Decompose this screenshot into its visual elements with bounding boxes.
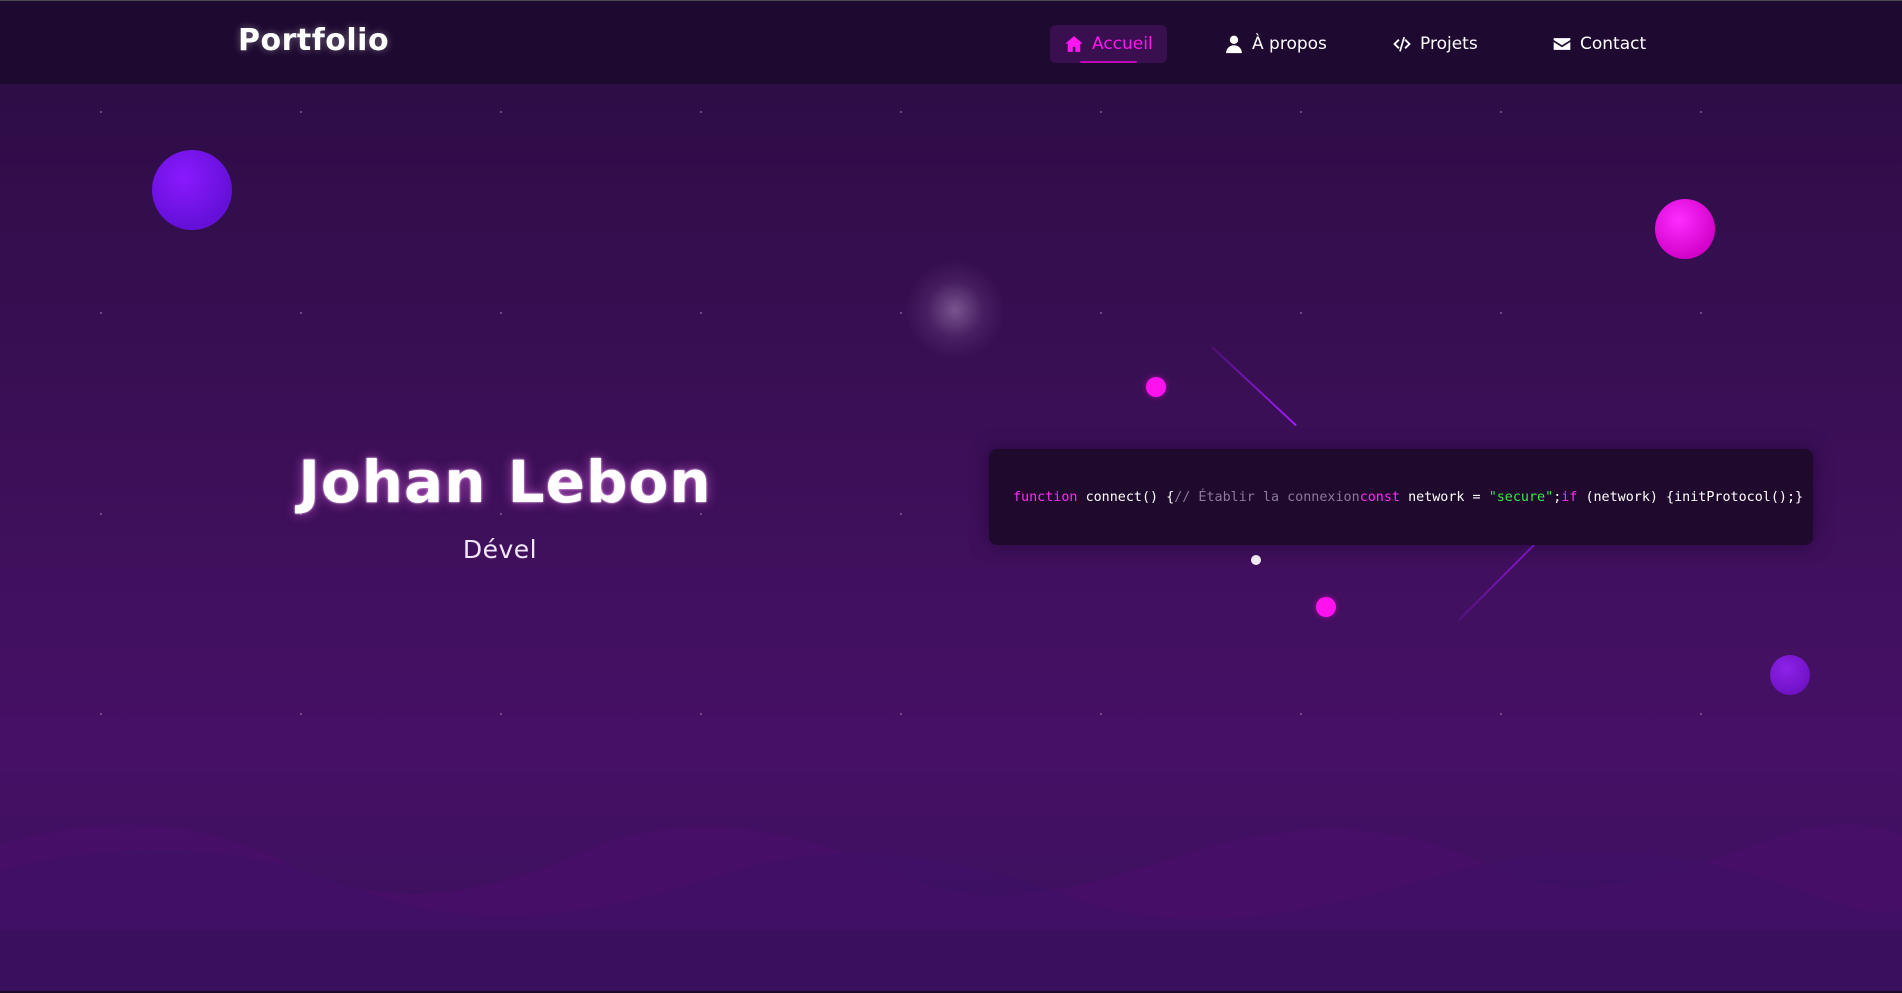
code-token: network = — [1408, 489, 1489, 505]
grid-dot — [1300, 312, 1302, 314]
grid-dot — [700, 111, 702, 113]
grid-dot — [700, 713, 702, 715]
navbar: Portfolio Accueil À propos Projets Conta… — [0, 1, 1902, 85]
grid-dot — [1100, 713, 1102, 715]
grid-dot — [1500, 111, 1502, 113]
particle-dot — [1316, 597, 1336, 617]
code-snippet: function connect() {// Établir la connex… — [1013, 490, 1803, 505]
grid-dot — [1100, 312, 1102, 314]
grid-dot — [100, 513, 102, 515]
decorative-orb-violet — [152, 150, 232, 230]
particle-dot-white — [1251, 555, 1261, 565]
code-token: const — [1359, 489, 1409, 505]
code-token: if — [1561, 489, 1586, 505]
nav-item-contact[interactable]: Contact — [1538, 25, 1660, 63]
nav-item-label: Projets — [1420, 34, 1478, 54]
grid-dot — [300, 713, 302, 715]
code-token: (network) {initProtocol();} — [1585, 489, 1804, 505]
grid-dot — [100, 713, 102, 715]
decorative-orb-magenta — [1655, 199, 1715, 259]
nav-item-accueil[interactable]: Accueil — [1050, 25, 1167, 63]
hero-role-typing: Dével — [462, 535, 538, 564]
home-icon — [1065, 36, 1083, 52]
grid-dot — [1700, 111, 1702, 113]
nav-item-label: Contact — [1580, 34, 1647, 54]
light-beam — [1211, 346, 1297, 427]
envelope-icon — [1553, 38, 1571, 50]
hero-name: Johan Lebon — [298, 448, 712, 516]
grid-dot — [1300, 713, 1302, 715]
grid-dot — [1300, 111, 1302, 113]
code-snippet-box: function connect() {// Établir la connex… — [989, 449, 1813, 545]
grid-dot — [1500, 312, 1502, 314]
code-token: connect() { — [1085, 489, 1175, 505]
nav-item-label: À propos — [1252, 34, 1327, 54]
site-logo[interactable]: Portfolio — [238, 23, 389, 58]
grid-dot — [900, 312, 902, 314]
grid-dot — [900, 513, 902, 515]
grid-dot — [100, 111, 102, 113]
grid-dot — [900, 111, 902, 113]
background-waves — [0, 824, 1902, 993]
decorative-orb-violet-small — [1770, 655, 1810, 695]
grid-dot — [1700, 312, 1702, 314]
nav-item-label: Accueil — [1092, 34, 1153, 54]
nav-item-projets[interactable]: Projets — [1378, 25, 1492, 63]
grid-dot — [500, 111, 502, 113]
grid-dot — [700, 312, 702, 314]
grid-dot — [500, 312, 502, 314]
code-token: "secure" — [1488, 489, 1554, 505]
grid-dot — [100, 312, 102, 314]
grid-dot — [900, 713, 902, 715]
code-icon — [1393, 36, 1411, 52]
grid-dot — [1500, 713, 1502, 715]
code-token: // Établir la connexion — [1174, 489, 1360, 505]
grid-dot — [1700, 713, 1702, 715]
grid-dot — [300, 111, 302, 113]
nav-item-a-propos[interactable]: À propos — [1210, 25, 1341, 63]
light-glow — [905, 260, 1005, 360]
grid-dot — [500, 713, 502, 715]
code-token: function — [1013, 489, 1086, 505]
grid-dot — [1100, 111, 1102, 113]
particle-dot — [1146, 377, 1166, 397]
grid-dot — [300, 312, 302, 314]
user-icon — [1226, 35, 1242, 54]
